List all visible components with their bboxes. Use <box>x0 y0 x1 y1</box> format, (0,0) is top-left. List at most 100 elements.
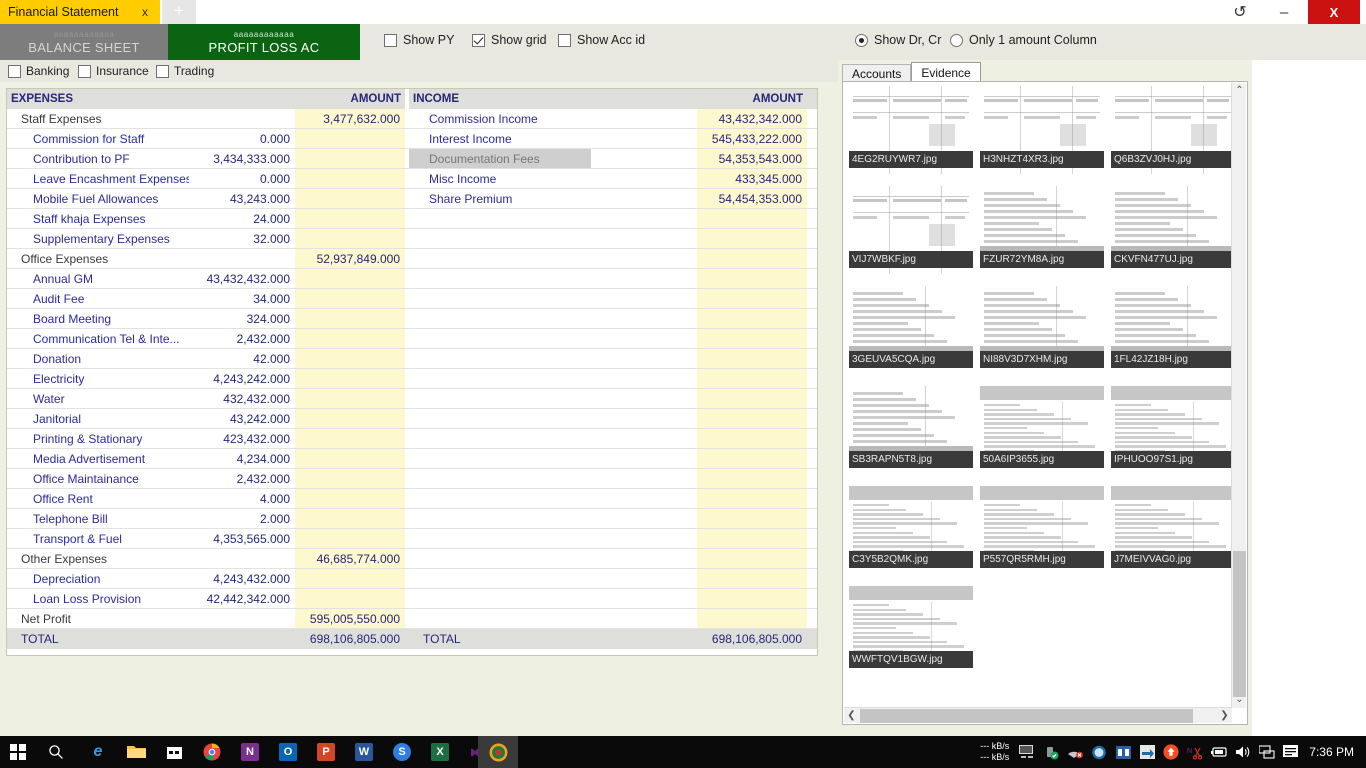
table-row[interactable]: Commission for Staff 0.000 Interest Income… <box>7 129 817 149</box>
income-amount-cell[interactable] <box>591 589 697 608</box>
table-row[interactable]: Water 432,432.000 <box>7 389 817 409</box>
expense-amount-cell[interactable]: 4.000 <box>189 489 295 508</box>
income-subtotal-cell[interactable] <box>697 429 807 448</box>
expense-amount-cell[interactable]: 42.000 <box>189 349 295 368</box>
income-name-cell[interactable] <box>409 269 591 288</box>
income-subtotal-cell[interactable] <box>697 209 807 228</box>
taskbar-icon-excel[interactable]: X <box>422 736 458 768</box>
expense-name-cell[interactable]: Transport & Fuel <box>7 529 189 548</box>
expense-amount-cell[interactable]: 324.000 <box>189 309 295 328</box>
income-amount-cell[interactable] <box>591 389 697 408</box>
expense-subtotal-cell[interactable] <box>295 429 405 448</box>
income-subtotal-cell[interactable] <box>697 409 807 428</box>
income-subtotal-cell[interactable]: 545,433,222.000 <box>697 129 807 148</box>
radio-show-dr-cr[interactable]: Show Dr, Cr <box>855 33 941 47</box>
table-row[interactable]: Staff khaja Expenses 24.000 <box>7 209 817 229</box>
income-subtotal-cell[interactable] <box>697 589 807 608</box>
taskbar-icon-active-app[interactable] <box>480 736 516 768</box>
show-py-checkbox-icon[interactable] <box>384 33 397 47</box>
table-row[interactable]: Leave Encashment Expenses 0.000 Misc Incom… <box>7 169 817 189</box>
tray-icon-display-adapter[interactable] <box>1111 736 1135 768</box>
refresh-icon[interactable]: ↺ <box>1220 0 1260 24</box>
income-name-cell[interactable] <box>409 569 591 588</box>
expense-name-cell[interactable]: Office Expenses <box>7 249 189 268</box>
income-name-cell[interactable]: Interest Income <box>409 129 591 148</box>
expense-amount-cell[interactable]: 4,243,242.000 <box>189 369 295 388</box>
expense-subtotal-cell[interactable] <box>295 189 405 208</box>
income-name-cell[interactable] <box>409 469 591 488</box>
checkbox-trading[interactable]: Trading <box>156 64 214 78</box>
expense-amount-cell[interactable]: 42,442,342.000 <box>189 589 295 608</box>
income-amount-cell[interactable] <box>591 449 697 468</box>
table-row[interactable]: Donation 42.000 <box>7 349 817 369</box>
expense-amount-cell[interactable]: 432,432.000 <box>189 389 295 408</box>
expense-name-cell[interactable]: Audit Fee <box>7 289 189 308</box>
tab-accounts[interactable]: Accounts <box>842 64 912 82</box>
expense-subtotal-cell[interactable] <box>295 569 405 588</box>
expense-amount-cell[interactable]: 43,243.000 <box>189 189 295 208</box>
income-amount-cell[interactable] <box>591 529 697 548</box>
expense-name-cell[interactable]: Contribution to PF <box>7 149 189 168</box>
expense-name-cell[interactable]: Depreciation <box>7 569 189 588</box>
income-subtotal-cell[interactable] <box>697 249 807 268</box>
expense-subtotal-cell[interactable] <box>295 269 405 288</box>
income-subtotal-cell[interactable] <box>697 489 807 508</box>
expense-subtotal-cell[interactable] <box>295 509 405 528</box>
income-subtotal-cell[interactable] <box>697 309 807 328</box>
income-name-cell[interactable] <box>409 229 591 248</box>
evidence-thumbnail[interactable]: P557QR5RMH.jpg <box>980 486 1104 574</box>
tray-icon-monitor[interactable] <box>1015 736 1039 768</box>
evidence-thumbnail[interactable]: IPHUOO97S1.jpg <box>1111 386 1235 474</box>
evidence-thumbnail[interactable]: FZUR72YM8A.jpg <box>980 186 1104 274</box>
income-amount-cell[interactable] <box>591 429 697 448</box>
income-name-cell[interactable]: Commission Income <box>409 109 591 128</box>
checkbox-insurance[interactable]: Insurance <box>78 64 149 78</box>
taskbar-icon-onenote[interactable]: N <box>232 736 268 768</box>
income-name-cell[interactable] <box>409 389 591 408</box>
tray-icon-volume[interactable] <box>1231 736 1255 768</box>
expense-subtotal-cell[interactable] <box>295 129 405 148</box>
taskbar-icon-chrome[interactable] <box>194 736 230 768</box>
income-subtotal-cell[interactable]: 433,345.000 <box>697 169 807 188</box>
taskbar-icon-edge[interactable]: e <box>80 736 116 768</box>
tray-icon-teamviewer[interactable] <box>1087 736 1111 768</box>
income-name-cell[interactable] <box>409 249 591 268</box>
income-subtotal-cell[interactable] <box>697 509 807 528</box>
expense-name-cell[interactable]: Net Profit <box>7 609 189 628</box>
income-subtotal-cell[interactable]: 43,432,342.000 <box>697 109 807 128</box>
expense-name-cell[interactable]: Office Rent <box>7 489 189 508</box>
insurance-checkbox-icon[interactable] <box>78 64 91 78</box>
profit-loss-grid[interactable]: EXPENSES AMOUNT INCOME AMOUNT Staff Expe… <box>6 88 818 656</box>
scroll-up-icon[interactable]: ⌃ <box>1232 83 1247 99</box>
expense-subtotal-cell[interactable] <box>295 309 405 328</box>
expense-amount-cell[interactable]: 24.000 <box>189 209 295 228</box>
tab-balance-sheet[interactable]: aaaaaaaaaaaa BALANCE SHEET <box>0 24 168 60</box>
expense-name-cell[interactable]: Supplementary Expenses <box>7 229 189 248</box>
expense-subtotal-cell[interactable] <box>295 409 405 428</box>
scroll-right-icon[interactable]: ❯ <box>1217 708 1232 724</box>
expense-name-cell[interactable]: Donation <box>7 349 189 368</box>
income-amount-cell[interactable] <box>591 249 697 268</box>
table-row[interactable]: Printing & Stationary 423,432.000 <box>7 429 817 449</box>
evidence-thumbnail[interactable]: 4EG2RUYWR7.jpg <box>849 86 973 174</box>
tray-icon-sync[interactable] <box>1135 736 1159 768</box>
expense-amount-cell[interactable]: 32.000 <box>189 229 295 248</box>
income-amount-cell[interactable] <box>591 229 697 248</box>
expense-name-cell[interactable]: Staff Expenses <box>7 109 189 128</box>
close-window-button[interactable]: X <box>1308 0 1360 24</box>
taskbar-icon-store[interactable] <box>156 736 192 768</box>
evidence-thumbnail[interactable]: SB3RAPN5T8.jpg <box>849 386 973 474</box>
expense-name-cell[interactable]: Water <box>7 389 189 408</box>
expense-subtotal-cell[interactable] <box>295 389 405 408</box>
income-amount-cell[interactable] <box>591 189 697 208</box>
tab-evidence[interactable]: Evidence <box>911 62 981 82</box>
show-dr-cr-radio-icon[interactable] <box>855 33 868 47</box>
scroll-left-icon[interactable]: ❮ <box>844 708 859 724</box>
income-name-cell[interactable] <box>409 549 591 568</box>
table-row[interactable]: Office Maintainance 2,432.000 <box>7 469 817 489</box>
income-name-cell[interactable] <box>409 329 591 348</box>
expense-subtotal-cell[interactable] <box>295 529 405 548</box>
expense-amount-cell[interactable]: 0.000 <box>189 169 295 188</box>
expense-amount-cell[interactable]: 0.000 <box>189 129 295 148</box>
table-row[interactable]: Depreciation 4,243,432.000 <box>7 569 817 589</box>
